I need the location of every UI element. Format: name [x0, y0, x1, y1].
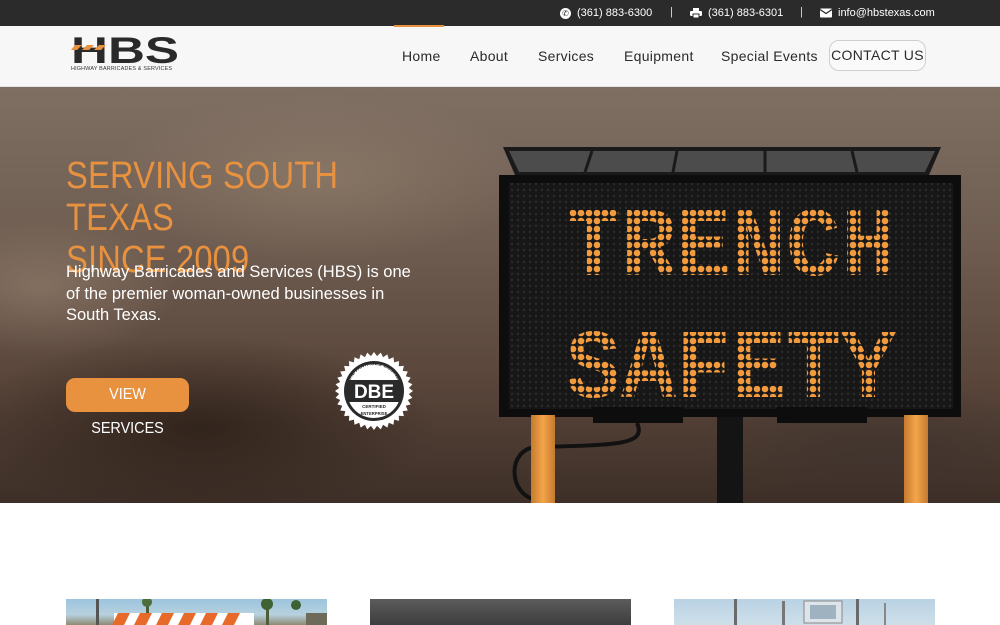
nav-equipment[interactable]: Equipment — [624, 48, 694, 64]
email-contact[interactable]: info@hbstexas.com — [820, 7, 935, 19]
logo-mark: HBS — [71, 30, 179, 71]
printer-icon — [690, 8, 702, 18]
hero-description: Highway Barricades and Services (HBS) is… — [66, 263, 411, 324]
hero-title-line1: SERVING SOUTH TEXAS — [66, 155, 339, 239]
service-card-barricades[interactable] — [66, 599, 327, 625]
hero-banner: SERVING SOUTH TEXAS SINCE 2009 Highway B… — [0, 87, 1000, 503]
phone-icon: ✆ — [560, 7, 571, 19]
nav-services[interactable]: Services — [538, 48, 594, 64]
badge-dbe-text: DBE — [354, 382, 394, 403]
message-board-sign: TRENCH SAFETY — [499, 147, 961, 503]
view-services-label: VIEW SERVICES — [91, 386, 164, 437]
view-services-button[interactable]: VIEW SERVICES — [66, 378, 189, 437]
service-card-signs[interactable] — [370, 599, 631, 625]
main-navigation: HBS HIGHWAY BARRICADES & SERVICES Home A… — [0, 26, 1000, 87]
dbe-certified-badge: DISADVANTAGED BUSINESS DBE CERTIFIED ENT… — [335, 352, 413, 430]
contact-us-button[interactable]: CONTACT US — [829, 40, 926, 71]
sign-line1: TRENCH — [566, 194, 896, 305]
hbs-logo[interactable]: HBS HIGHWAY BARRICADES & SERVICES — [71, 30, 181, 80]
badge-certified-text: CERTIFIED — [362, 404, 387, 409]
separator: | — [800, 6, 803, 18]
nav-active-indicator — [394, 25, 444, 27]
fax-number[interactable]: (361) 883-6301 — [708, 7, 783, 19]
envelope-icon — [820, 8, 832, 18]
service-card-image — [734, 599, 886, 625]
separator: | — [670, 6, 673, 18]
logo-subtitle: HIGHWAY BARRICADES & SERVICES — [71, 66, 173, 72]
service-card-image — [96, 599, 327, 625]
email-address[interactable]: info@hbstexas.com — [838, 7, 935, 19]
nav-home[interactable]: Home — [402, 48, 441, 64]
nav-about[interactable]: About — [470, 48, 508, 64]
phone-number[interactable]: (361) 883-6300 — [577, 7, 652, 19]
badge-enterprise-text: ENTERPRISE — [361, 411, 388, 416]
top-contact-bar: ✆ (361) 883-6300 | (361) 883-6301 | info… — [0, 0, 1000, 26]
phone-contact[interactable]: ✆ (361) 883-6300 — [560, 7, 652, 19]
service-card-events[interactable] — [674, 599, 935, 625]
nav-special-events[interactable]: Special Events — [721, 48, 818, 64]
fax-contact[interactable]: (361) 883-6301 — [690, 7, 783, 19]
